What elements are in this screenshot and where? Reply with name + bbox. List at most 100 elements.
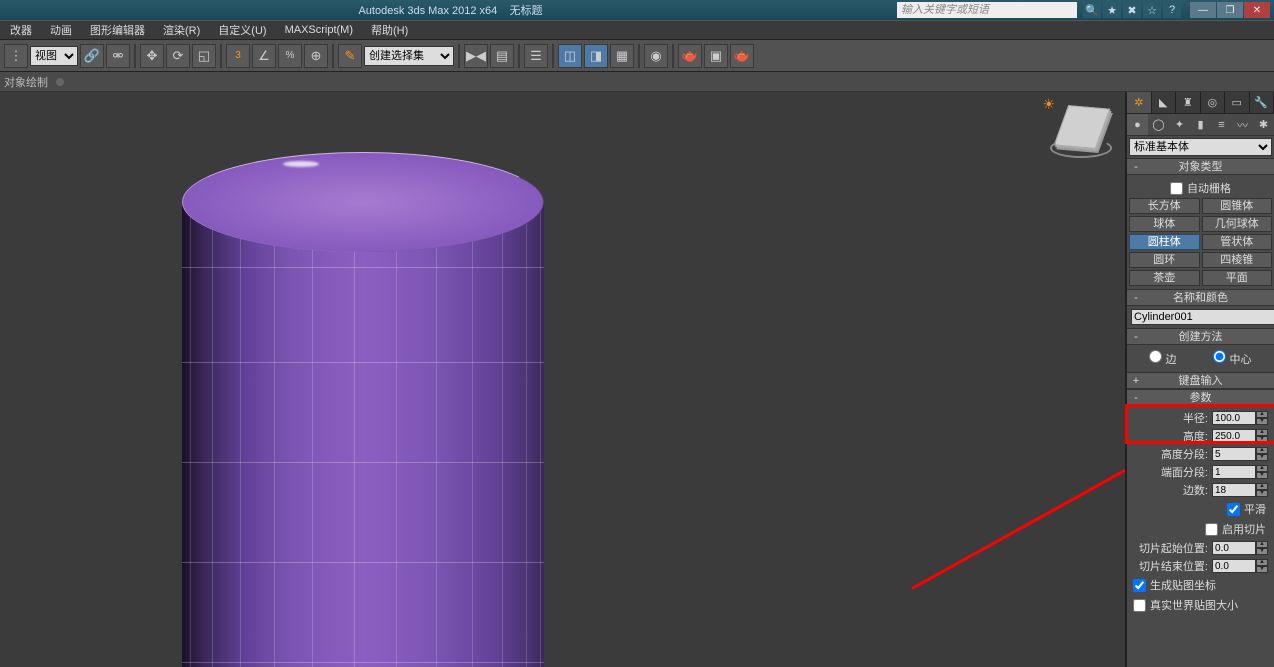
menu-item[interactable]: 改器	[2, 20, 40, 40]
rollout-header[interactable]: -名称和颜色	[1127, 290, 1274, 306]
height-segs-input[interactable]	[1212, 447, 1256, 461]
viewcube-ring[interactable]	[1050, 138, 1112, 158]
named-sel-icon[interactable]: ✎	[338, 44, 362, 68]
motion-icon: ◎	[1207, 96, 1217, 109]
smooth-checkbox[interactable]	[1227, 503, 1240, 516]
exchange-icon[interactable]: ✖	[1123, 2, 1141, 18]
spinner-buttons[interactable]: ▲▼	[1256, 465, 1268, 479]
tab-motion[interactable]: ◎	[1201, 92, 1226, 113]
btn-teapot[interactable]: 茶壶	[1129, 270, 1200, 286]
param-slice-to: 切片结束位置: ▲▼	[1129, 557, 1272, 575]
menu-item[interactable]: 动画	[42, 20, 80, 40]
radio-edge[interactable]: 边	[1149, 350, 1176, 367]
menu-item[interactable]: 渲染(R)	[155, 20, 208, 40]
snap-spinner-icon[interactable]: ⊕	[304, 44, 328, 68]
btn-pyramid[interactable]: 四棱锥	[1202, 252, 1273, 268]
subtab-spacewarps[interactable]: 〰	[1232, 114, 1253, 135]
scale-icon[interactable]: ◱	[192, 44, 216, 68]
btn-tube[interactable]: 管状体	[1202, 234, 1273, 250]
snap-angle-icon[interactable]: ∠	[252, 44, 276, 68]
radio-center[interactable]: 中心	[1213, 350, 1251, 367]
tab-display[interactable]: ▭	[1225, 92, 1250, 113]
curve-editor-icon[interactable]: ◫	[558, 44, 582, 68]
named-selection-dropdown[interactable]: 创建选择集	[364, 46, 454, 66]
spinner-buttons[interactable]: ▲▼	[1256, 447, 1268, 461]
render-icon[interactable]: 🫖	[730, 44, 754, 68]
snap-percent-icon[interactable]: %	[278, 44, 302, 68]
rollout-header[interactable]: +键盘输入	[1127, 373, 1274, 389]
spinner-buttons[interactable]: ▲▼	[1256, 483, 1268, 497]
object-name-input[interactable]	[1131, 309, 1274, 325]
help-search-input[interactable]: 输入关键字或短语	[897, 2, 1077, 18]
layers-icon[interactable]: ☰	[524, 44, 548, 68]
rotate-icon[interactable]: ⟳	[166, 44, 190, 68]
btn-geosphere[interactable]: 几何球体	[1202, 216, 1273, 232]
render-frame-icon[interactable]: ▣	[704, 44, 728, 68]
help-icon[interactable]: ?	[1163, 2, 1181, 18]
move-icon[interactable]: ✥	[140, 44, 164, 68]
subtab-helpers[interactable]: ≡	[1211, 114, 1232, 135]
menu-item[interactable]: 自定义(U)	[210, 20, 274, 40]
btn-plane[interactable]: 平面	[1202, 270, 1273, 286]
autogrid-checkbox[interactable]	[1170, 182, 1183, 195]
lights-icon: ✦	[1175, 118, 1184, 131]
spinner-buttons[interactable]: ▲▼	[1256, 541, 1268, 555]
btn-box[interactable]: 长方体	[1129, 198, 1200, 214]
ribbon-label: 对象绘制	[4, 74, 48, 90]
cylinder-object[interactable]	[180, 152, 550, 667]
close-button[interactable]: ✕	[1244, 2, 1270, 18]
favorite-icon[interactable]: ☆	[1143, 2, 1161, 18]
systems-icon: ✱	[1259, 118, 1268, 131]
subtab-systems[interactable]: ✱	[1253, 114, 1274, 135]
maximize-button[interactable]: ❐	[1217, 2, 1243, 18]
unlink-icon[interactable]: ⚮	[106, 44, 130, 68]
rollout-parameters: -参数 半径: ▲▼ 高度: ▲▼ 高度分段: ▲▼ 端面分段:	[1127, 389, 1274, 618]
tab-hierarchy[interactable]: ♜	[1176, 92, 1201, 113]
workspace: ☀	[0, 92, 1274, 667]
toolbar-handle-icon[interactable]: ⋮	[4, 44, 28, 68]
rollout-creation-method: -创建方法 边 中心	[1127, 328, 1274, 372]
subtab-lights[interactable]: ✦	[1169, 114, 1190, 135]
snap-3-icon[interactable]: 3	[226, 44, 250, 68]
real-world-checkbox[interactable]	[1133, 599, 1146, 612]
mirror-icon[interactable]: ▶◀	[464, 44, 488, 68]
tab-utilities[interactable]: 🔧	[1250, 92, 1274, 113]
cap-segs-input[interactable]	[1212, 465, 1256, 479]
minimize-button[interactable]: ―	[1190, 2, 1216, 18]
slice-on-checkbox[interactable]	[1205, 523, 1218, 536]
subtab-shapes[interactable]: ◯	[1148, 114, 1169, 135]
btn-sphere[interactable]: 球体	[1129, 216, 1200, 232]
dope-sheet-icon[interactable]: ◨	[584, 44, 608, 68]
btn-cone[interactable]: 圆锥体	[1202, 198, 1273, 214]
menu-item[interactable]: 帮助(H)	[363, 20, 416, 40]
render-setup-icon[interactable]: 🫖	[678, 44, 702, 68]
material-editor-icon[interactable]: ◉	[644, 44, 668, 68]
tab-create[interactable]: ✲	[1127, 92, 1152, 113]
reference-coord-dropdown[interactable]: 视图	[30, 46, 78, 66]
display-icon: ▭	[1232, 96, 1242, 109]
align-icon[interactable]: ▤	[490, 44, 514, 68]
slice-from-input[interactable]	[1212, 541, 1256, 555]
btn-cylinder[interactable]: 圆柱体	[1129, 234, 1200, 250]
tab-modify[interactable]: ◣	[1152, 92, 1177, 113]
rollout-header[interactable]: -对象类型	[1127, 159, 1274, 175]
sides-input[interactable]	[1212, 483, 1256, 497]
slice-to-input[interactable]	[1212, 559, 1256, 573]
subscription-icon[interactable]: ★	[1103, 2, 1121, 18]
subtab-geometry[interactable]: ●	[1127, 114, 1148, 135]
menu-item[interactable]: 图形编辑器	[82, 20, 153, 40]
spinner-buttons[interactable]: ▲▼	[1256, 559, 1268, 573]
primitive-category-dropdown[interactable]: 标准基本体	[1129, 138, 1272, 156]
viewcube[interactable]: ☀	[1047, 98, 1117, 168]
btn-torus[interactable]: 圆环	[1129, 252, 1200, 268]
gen-uv-checkbox[interactable]	[1133, 579, 1146, 592]
rollout-header[interactable]: -创建方法	[1127, 329, 1274, 345]
menu-item[interactable]: MAXScript(M)	[277, 22, 361, 38]
schematic-icon[interactable]: ▦	[610, 44, 634, 68]
search-icon[interactable]: 🔍	[1083, 2, 1101, 18]
steering-wheel-icon[interactable]: ☀	[1042, 96, 1055, 113]
ribbon-toggle-icon[interactable]	[56, 78, 64, 86]
subtab-cameras[interactable]: ▮	[1190, 114, 1211, 135]
link-icon[interactable]: 🔗	[80, 44, 104, 68]
viewport-perspective[interactable]: ☀	[0, 92, 1126, 667]
